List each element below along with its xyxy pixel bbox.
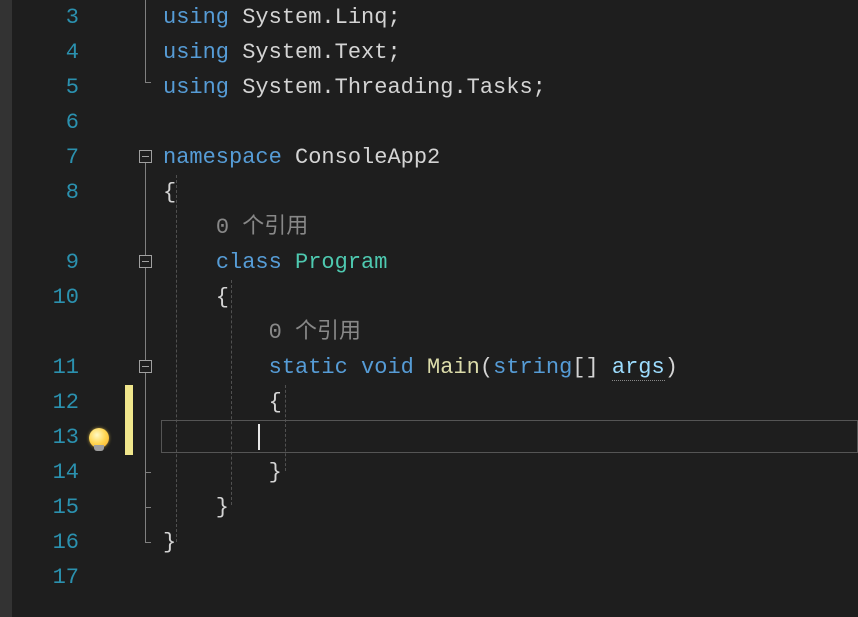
line-number: 8: [12, 175, 87, 210]
code-line[interactable]: }: [161, 455, 858, 490]
fold-structure-line: [145, 163, 146, 263]
code-line-current[interactable]: [161, 420, 858, 455]
fold-toggle[interactable]: [139, 255, 152, 268]
code-line[interactable]: [161, 105, 858, 140]
line-number: 11: [12, 350, 87, 385]
line-number: 14: [12, 455, 87, 490]
fold-toggle[interactable]: [139, 360, 152, 373]
line-number: 5: [12, 70, 87, 105]
code-line[interactable]: {: [161, 175, 858, 210]
line-number: 12: [12, 385, 87, 420]
fold-structure-line: [145, 0, 146, 82]
code-line[interactable]: namespace ConsoleApp2: [161, 140, 858, 175]
code-line[interactable]: }: [161, 525, 858, 560]
code-line[interactable]: }: [161, 490, 858, 525]
code-editor[interactable]: 3 4 5 6 7 8 9 10 11 12 13 14 15 16 17: [0, 0, 858, 617]
line-number: 13: [12, 420, 87, 455]
code-line[interactable]: {: [161, 385, 858, 420]
left-margin-bar: [0, 0, 12, 617]
line-number: 3: [12, 0, 87, 35]
line-number-gutter: 3 4 5 6 7 8 9 10 11 12 13 14 15 16 17: [12, 0, 87, 617]
fold-structure-line: [145, 473, 146, 508]
fold-structure-line: [145, 508, 146, 543]
codelens-references[interactable]: 0 个引用: [161, 315, 858, 350]
fold-gutter: [137, 0, 161, 617]
fold-structure-line: [145, 268, 146, 369]
line-number: 4: [12, 35, 87, 70]
fold-toggle[interactable]: [139, 150, 152, 163]
lightbulb-icon[interactable]: [89, 428, 109, 448]
editor-margin: [87, 0, 137, 617]
line-number: 6: [12, 105, 87, 140]
codelens-references[interactable]: 0 个引用: [161, 210, 858, 245]
fold-structure-line: [145, 82, 151, 83]
line-number: 16: [12, 525, 87, 560]
line-number: 7: [12, 140, 87, 175]
code-content[interactable]: using System.Linq; using System.Text; us…: [161, 0, 858, 617]
fold-structure-line: [145, 373, 146, 473]
code-line[interactable]: {: [161, 280, 858, 315]
code-line[interactable]: static void Main(string[] args): [161, 350, 858, 385]
code-line[interactable]: [161, 560, 858, 595]
code-line[interactable]: using System.Text;: [161, 35, 858, 70]
code-line[interactable]: using System.Threading.Tasks;: [161, 70, 858, 105]
line-number: 17: [12, 560, 87, 595]
change-indicator: [125, 385, 133, 455]
fold-structure-line: [145, 542, 151, 543]
code-line[interactable]: using System.Linq;: [161, 0, 858, 35]
code-line[interactable]: class Program: [161, 245, 858, 280]
line-number: 15: [12, 490, 87, 525]
text-cursor: [258, 424, 260, 450]
line-number: 10: [12, 280, 87, 315]
line-number: 9: [12, 245, 87, 280]
